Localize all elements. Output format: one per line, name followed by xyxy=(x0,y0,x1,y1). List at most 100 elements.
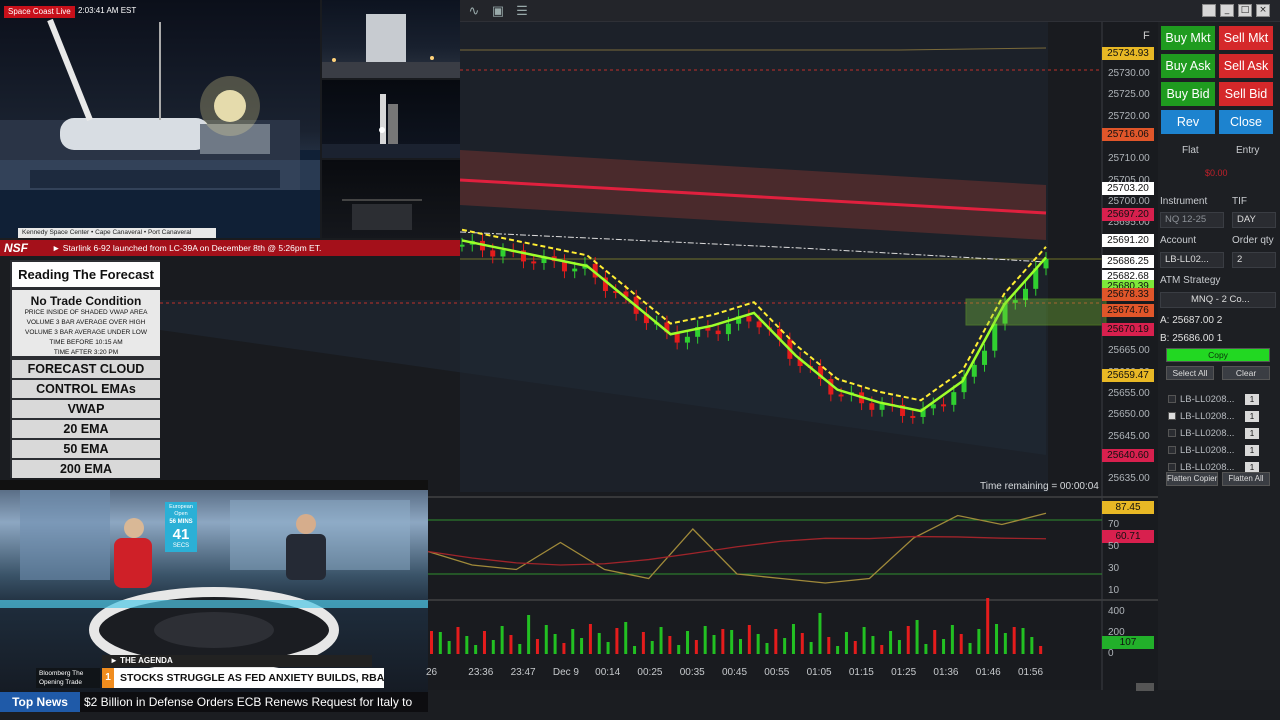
volume-bar xyxy=(438,632,442,654)
account-qty[interactable]: 1 xyxy=(1245,445,1259,456)
volume-axis-label: 400 xyxy=(1108,606,1125,617)
volume-axis-label: 0 xyxy=(1108,648,1114,659)
volume-bar xyxy=(544,625,548,654)
account-checkbox[interactable] xyxy=(1168,463,1176,471)
close-button[interactable]: Close xyxy=(1219,110,1273,134)
camera-feed-vab xyxy=(322,0,460,78)
template-icon[interactable]: ▣ xyxy=(490,3,506,19)
buy-mkt-button[interactable]: Buy Mkt xyxy=(1161,26,1215,50)
list-icon[interactable]: ☰ xyxy=(514,3,530,19)
copier-account-row[interactable]: LB-LL0208... 1 xyxy=(1168,409,1268,424)
no-trade-condition: PRICE INSIDE OF SHADED VWAP AREA xyxy=(24,309,148,316)
account-checkbox[interactable] xyxy=(1168,412,1176,420)
time-axis-label: 01:56 xyxy=(1018,667,1044,678)
no-trade-condition: TIME BEFORE 10:15 AM xyxy=(49,339,123,346)
candle-body xyxy=(951,392,957,405)
volume-tag: 107 xyxy=(1102,636,1154,649)
close-icon[interactable]: × xyxy=(1256,4,1270,17)
volume-bar xyxy=(509,635,513,654)
account-name: LB-LL0208... xyxy=(1180,394,1235,405)
copy-button[interactable]: Copy xyxy=(1166,348,1270,362)
volume-bar xyxy=(641,632,645,654)
volume-bar xyxy=(491,640,495,654)
volume-bar xyxy=(553,634,557,654)
sell-mkt-button[interactable]: Sell Mkt xyxy=(1219,26,1273,50)
account-qty[interactable]: 1 xyxy=(1245,411,1259,422)
sell-ask-button[interactable]: Sell Ask xyxy=(1219,54,1273,78)
candle-body xyxy=(982,350,988,365)
price-axis-label: 25730.00 xyxy=(1108,68,1150,80)
price-tag: 25659.47 xyxy=(1102,368,1154,382)
candle-body xyxy=(746,316,752,322)
clear-button[interactable]: Clear xyxy=(1222,366,1270,380)
countdown-secs: 41 xyxy=(172,526,190,543)
minimize-icon[interactable]: _ xyxy=(1220,4,1234,17)
account-checkbox[interactable] xyxy=(1168,395,1176,403)
tif-select[interactable]: DAY xyxy=(1232,212,1276,228)
flatten-copier-button[interactable]: Flatten Copier xyxy=(1166,472,1218,486)
account-qty[interactable]: 1 xyxy=(1245,394,1259,405)
volume-bar xyxy=(977,629,981,654)
account-checkbox[interactable] xyxy=(1168,446,1176,454)
tif-label: TIF xyxy=(1232,196,1247,207)
volume-bar xyxy=(756,634,760,654)
account-qty[interactable]: 1 xyxy=(1245,428,1259,439)
nsf-news-bar: NSF ► Starlink 6-92 launched from LC-39A… xyxy=(0,240,460,256)
price-axis-label: 25710.00 xyxy=(1108,153,1150,165)
account-select[interactable]: LB-LL02... xyxy=(1160,252,1224,268)
volume-bar xyxy=(430,631,433,654)
camera-feed-main xyxy=(0,0,320,238)
forecast-legend-item: 200 EMA xyxy=(12,460,160,478)
volume-bar xyxy=(906,626,910,654)
launch-site-scene xyxy=(0,18,320,238)
volume-bar xyxy=(739,639,742,654)
nsf-news-text: ► Starlink 6-92 launched from LC-39A on … xyxy=(52,243,322,253)
price-axis-label: 25700.00 xyxy=(1108,196,1150,208)
time-axis-label: 00:45 xyxy=(722,667,748,678)
forecast-title: Reading The Forecast xyxy=(12,262,160,287)
restore-icon[interactable] xyxy=(1202,4,1216,17)
price-axis-label: 25725.00 xyxy=(1108,89,1150,101)
time-axis-label: 00:35 xyxy=(679,667,705,678)
time-axis-label: 01:36 xyxy=(933,667,959,678)
draw-icon[interactable]: ∿ xyxy=(466,3,482,19)
price-tag: 25670.19 xyxy=(1102,323,1154,337)
copier-account-row[interactable]: LB-LL0208... 1 xyxy=(1168,392,1268,407)
show-brand: Bloomberg The Opening Trade xyxy=(36,668,100,688)
select-all-button[interactable]: Select All xyxy=(1166,366,1214,380)
pad-scene xyxy=(322,94,460,158)
rev-button[interactable]: Rev xyxy=(1161,110,1215,134)
time-remaining: Time remaining = 00:00:04 xyxy=(980,481,1099,492)
flatten-all-button[interactable]: Flatten All xyxy=(1222,472,1270,486)
market-countdown: European Open 56 MINS 41 SECS xyxy=(165,502,197,552)
atm-strategy-select[interactable]: MNQ - 2 Co... xyxy=(1160,292,1276,308)
copier-account-row[interactable]: LB-LL0208... 1 xyxy=(1168,426,1268,441)
candle-body xyxy=(971,364,977,377)
forecast-legend-item: VWAP xyxy=(12,400,160,418)
price-axis-label: 25645.00 xyxy=(1108,430,1150,442)
price-tag: 25697.20 xyxy=(1102,207,1154,221)
forecast-legend-item: 50 EMA xyxy=(12,440,160,458)
copier-account-row[interactable]: LB-LL0208... 1 xyxy=(1168,443,1268,458)
buy-bid-button[interactable]: Buy Bid xyxy=(1161,82,1215,106)
volume-bar xyxy=(968,643,972,654)
buy-ask-button[interactable]: Buy Ask xyxy=(1161,54,1215,78)
oscillator-signal-line xyxy=(427,535,1047,566)
sell-bid-button[interactable]: Sell Bid xyxy=(1219,82,1273,106)
volume-bar xyxy=(686,631,690,654)
candle-body xyxy=(879,404,885,410)
instrument-select[interactable]: NQ 12-25 xyxy=(1160,212,1224,228)
account-checkbox[interactable] xyxy=(1168,429,1176,437)
price-tag: 25674.76 xyxy=(1102,303,1154,317)
volume-bar xyxy=(456,627,460,654)
order-qty-input[interactable]: 2 xyxy=(1232,252,1276,268)
ticker-text: $2 Billion in Defense Orders ECB Renews … xyxy=(84,695,413,709)
volume-bar xyxy=(924,644,928,654)
tower-scene xyxy=(342,199,422,230)
time-axis-label: 00:14 xyxy=(595,667,621,678)
chart-scrollbar[interactable] xyxy=(1136,683,1154,691)
price-axis-label: 25635.00 xyxy=(1108,473,1150,485)
maximize-icon[interactable]: □ xyxy=(1238,4,1252,17)
live-badge: Space Coast Live xyxy=(4,6,75,18)
order-entry-panel: Buy Mkt Sell Mkt Buy Ask Sell Ask Buy Bid Sel… xyxy=(1158,22,1280,690)
